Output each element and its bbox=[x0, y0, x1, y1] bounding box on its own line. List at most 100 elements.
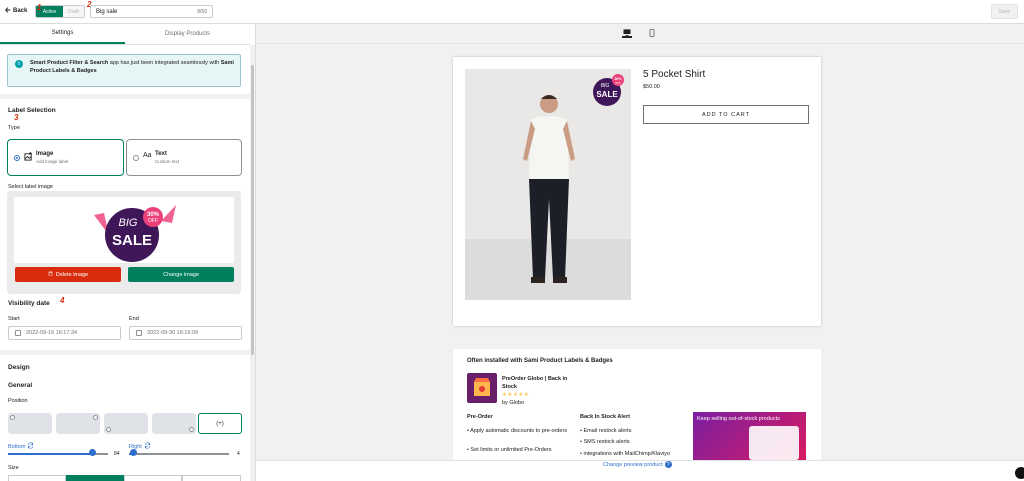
preview-sale-badge: BIG SALE 30% OFF bbox=[593, 74, 624, 106]
position-top-left[interactable] bbox=[8, 413, 52, 434]
size-option[interactable] bbox=[182, 475, 241, 481]
preview-badge-sale: SALE bbox=[596, 90, 618, 99]
list-item: • integrations with MailChimp/Klaviyo bbox=[580, 451, 670, 457]
list-item: • Apply automatic discounts to pre-order… bbox=[467, 428, 568, 434]
bottom-value: 84 bbox=[114, 451, 120, 457]
question-icon[interactable]: ? bbox=[664, 461, 672, 468]
right-slider-track[interactable] bbox=[129, 453, 229, 455]
settings-panel: Settings Display Products i Smart Produc… bbox=[0, 24, 256, 481]
position-bottom-left[interactable] bbox=[104, 413, 148, 434]
product-title: 5 Pocket Shirt bbox=[643, 69, 706, 80]
position-label: Position bbox=[8, 398, 28, 404]
radio-image[interactable] bbox=[14, 155, 20, 161]
save-button[interactable]: Save bbox=[991, 4, 1018, 19]
change-image-button[interactable]: Change image bbox=[128, 267, 234, 282]
start-date-input[interactable]: 2022-09-16 16:17:34 bbox=[8, 326, 121, 340]
tab-settings[interactable]: Settings bbox=[0, 24, 125, 44]
tab-display-products[interactable]: Display Products bbox=[125, 24, 250, 44]
calendar-icon bbox=[136, 330, 142, 336]
recommended-apps-card: Often installed with Sami Product Labels… bbox=[453, 349, 821, 461]
right-slider-thumb[interactable] bbox=[130, 449, 137, 456]
preview-canvas: BIG SALE 30% OFF 5 Pocket Shirt $50.00 A… bbox=[256, 24, 1024, 481]
panel-tabs: Settings Display Products bbox=[0, 24, 250, 45]
label-name-value: Big sale bbox=[96, 8, 118, 15]
size-label: Size bbox=[8, 465, 19, 471]
back-button[interactable]: Back bbox=[4, 7, 28, 15]
type-option-text[interactable]: Aa Text Custom text bbox=[126, 139, 242, 176]
add-to-cart-button[interactable]: ADD TO CART bbox=[643, 105, 809, 124]
divider bbox=[0, 94, 250, 99]
step-marker-3: 3 bbox=[14, 113, 19, 122]
panel-scrollbar[interactable] bbox=[250, 45, 255, 481]
design-title: Design bbox=[8, 364, 30, 371]
change-preview-product-link[interactable]: Change preview product ? bbox=[603, 461, 672, 468]
size-option[interactable] bbox=[8, 475, 66, 481]
reset-icon[interactable] bbox=[27, 442, 34, 451]
top-bar: Back Active Draft 1 2 Big sale 8/50 Save bbox=[0, 0, 1024, 24]
end-date-value: 2022-09-30 16:16:09 bbox=[147, 330, 199, 336]
step-marker-4: 4 bbox=[60, 296, 65, 305]
size-option-selected[interactable] bbox=[66, 475, 124, 481]
char-count: 8/50 bbox=[197, 8, 207, 15]
device-tabs bbox=[256, 24, 1024, 44]
bottom-label: Bottom bbox=[8, 443, 26, 450]
list-item-text: integrations with MailChimp/Klaviyo bbox=[583, 451, 670, 457]
status-toggle[interactable]: Active Draft bbox=[35, 5, 85, 18]
chat-widget-icon[interactable] bbox=[1015, 467, 1024, 479]
radio-text[interactable] bbox=[133, 155, 139, 161]
badge-sale: SALE bbox=[112, 232, 152, 249]
image-add-icon bbox=[24, 152, 33, 163]
promo-banner[interactable]: Keep selling out-of-stock products bbox=[693, 412, 806, 461]
list-item-text: Apply automatic discounts to pre-orders bbox=[470, 428, 568, 434]
product-preview-card: BIG SALE 30% OFF 5 Pocket Shirt $50.00 A… bbox=[453, 57, 821, 326]
start-date-label: Start bbox=[8, 316, 20, 322]
position-dot bbox=[10, 415, 15, 420]
list-item: • Email restock alerts bbox=[580, 428, 632, 434]
type-option-desc: Custom text bbox=[155, 159, 180, 164]
desktop-icon[interactable] bbox=[622, 28, 632, 38]
app-name[interactable]: PreOrder Globo | Back in Stock bbox=[502, 375, 572, 391]
recommend-title: Often installed with Sami Product Labels… bbox=[467, 358, 613, 364]
mobile-icon[interactable] bbox=[647, 28, 657, 38]
col1-title: Pre-Order bbox=[467, 414, 493, 420]
position-bottom-right[interactable] bbox=[152, 413, 196, 434]
product-photo: BIG SALE 30% OFF bbox=[465, 69, 631, 300]
end-date-input[interactable]: 2022-09-30 16:16:09 bbox=[129, 326, 242, 340]
trash-icon bbox=[48, 270, 53, 278]
app-logo bbox=[467, 373, 497, 403]
bottom-slider-thumb[interactable] bbox=[89, 449, 96, 456]
select-image-label: Select label image bbox=[8, 184, 53, 190]
bottom-slider-fill bbox=[8, 453, 92, 455]
back-label: Back bbox=[13, 8, 28, 14]
bottom-slider-label: Bottom bbox=[8, 442, 34, 451]
divider bbox=[0, 350, 250, 355]
general-subtitle: General bbox=[8, 382, 33, 389]
col2-title: Back In Stock Alert bbox=[580, 414, 630, 420]
size-option[interactable] bbox=[124, 475, 182, 481]
badge-big: BIG bbox=[119, 217, 138, 229]
text-icon: Aa bbox=[143, 152, 152, 159]
rating-stars-icon: ★★★★★ bbox=[502, 392, 530, 398]
position-dot bbox=[106, 427, 111, 432]
position-top-right[interactable] bbox=[56, 413, 100, 434]
label-name-input[interactable]: Big sale 8/50 bbox=[90, 5, 213, 18]
scrollbar-thumb[interactable] bbox=[251, 65, 254, 355]
arrow-left-icon bbox=[4, 7, 11, 15]
list-item-text: Set limits or unlimited Pre-Orders bbox=[470, 447, 552, 453]
type-option-title: Text bbox=[155, 151, 167, 157]
list-item: • SMS restock alerts bbox=[580, 439, 630, 445]
delete-image-button[interactable]: Delete image bbox=[15, 267, 121, 282]
badge-off: OFF bbox=[148, 218, 158, 224]
start-date-value: 2022-09-16 16:17:34 bbox=[26, 330, 78, 336]
position-custom[interactable]: (+) bbox=[198, 413, 242, 434]
type-label: Type bbox=[8, 125, 20, 131]
banner-app-name: Smart Product Filter & Search bbox=[30, 60, 109, 66]
reset-icon[interactable] bbox=[144, 442, 151, 451]
status-draft[interactable]: Draft bbox=[63, 6, 84, 17]
preview-badge-off: OFF bbox=[615, 81, 621, 85]
promo-text: Keep selling out-of-stock products bbox=[697, 416, 780, 422]
position-dot bbox=[93, 415, 98, 420]
type-option-image[interactable]: Image Add image label bbox=[7, 139, 124, 176]
product-price: $50.00 bbox=[643, 84, 660, 90]
calendar-icon bbox=[15, 330, 21, 336]
